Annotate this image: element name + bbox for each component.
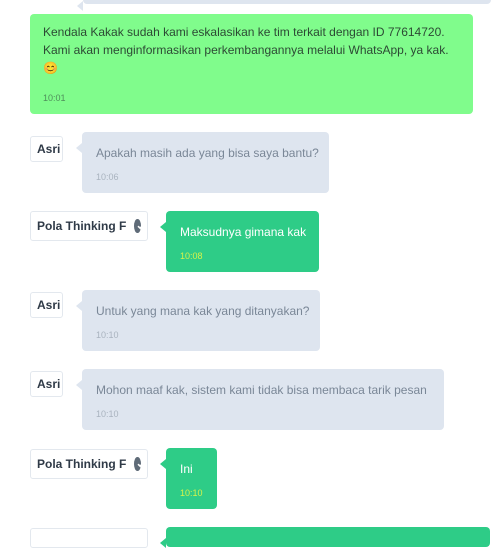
message-time: 10:10 [96, 409, 119, 419]
sender-label: Pola Thinking F [30, 211, 148, 241]
sender-label: Asri [30, 136, 63, 162]
agent-message-bubble: Apakah masih ada yang bisa saya bantu? 1… [76, 132, 329, 193]
message-time: 10:10 [180, 488, 203, 498]
message-text: Ini [180, 462, 193, 476]
message-text: Kendala Kakak sudah kami eskalasikan ke … [43, 25, 449, 75]
verified-check-icon [134, 219, 145, 233]
message-time: 10:01 [43, 93, 66, 103]
message-text: Untuk yang mana kak yang ditanyakan? [96, 304, 310, 318]
agent-message-bubble: Untuk yang mana kak yang ditanyakan? 10:… [76, 290, 320, 351]
next-user-message-bubble [160, 527, 490, 548]
verified-check-icon [134, 457, 145, 471]
smile-emoji-icon: 😊 [43, 61, 58, 75]
message-time: 10:10 [96, 330, 119, 340]
escalation-message-bubble: Kendala Kakak sudah kami eskalasikan ke … [30, 14, 473, 114]
agent-message-bubble: Mohon maaf kak, sistem kami tidak bisa m… [76, 369, 444, 430]
sender-label: Asri [30, 292, 63, 318]
user-message-bubble: Maksudnya gimana kak 10:08 [160, 211, 319, 272]
message-text: Maksudnya gimana kak [180, 225, 307, 239]
previous-message-bubble [77, 0, 491, 11]
sender-label: Pola Thinking F [30, 449, 148, 479]
message-time: 10:08 [180, 251, 203, 261]
next-sender-label [30, 528, 148, 548]
sender-label: Asri [30, 371, 63, 397]
message-text: Mohon maaf kak, sistem kami tidak bisa m… [96, 383, 427, 397]
message-text: Apakah masih ada yang bisa saya bantu? [96, 146, 319, 160]
user-message-bubble: Ini 10:10 [160, 448, 217, 509]
message-time: 10:06 [96, 172, 119, 182]
